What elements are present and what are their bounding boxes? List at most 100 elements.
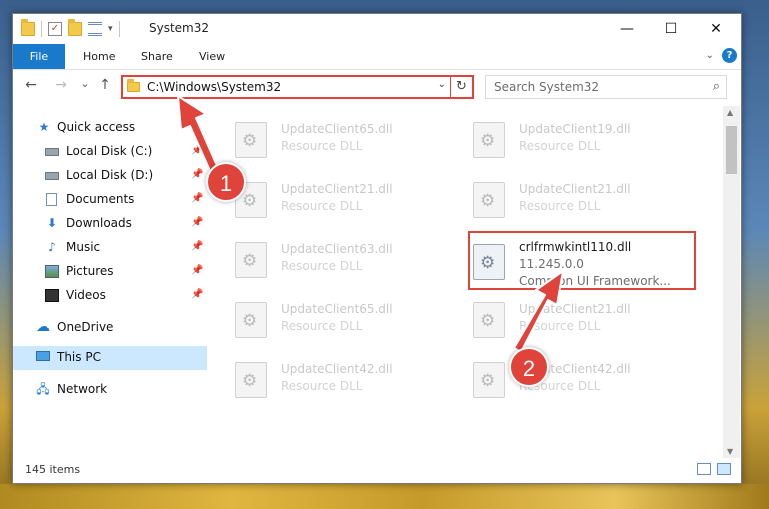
- sidebar-item-documents[interactable]: Documents 📌: [13, 188, 207, 212]
- file-type: Resource DLL: [281, 199, 363, 213]
- recent-locations-button[interactable]: ⌄: [75, 77, 95, 90]
- sidebar-item-quick-access[interactable]: ★ Quick access: [13, 116, 207, 140]
- file-name: UpdateClient42.dll: [281, 362, 393, 376]
- help-icon[interactable]: ?: [722, 48, 737, 63]
- file-type: Resource DLL: [281, 139, 363, 153]
- music-icon: ♪: [48, 240, 56, 254]
- file-name: UpdateClient21.dll: [519, 182, 631, 196]
- tab-home[interactable]: Home: [71, 44, 127, 69]
- toolbar-divider: [41, 21, 42, 37]
- network-icon: 🖧: [36, 382, 50, 396]
- title-bar: ✓ ▾ System32 — ☐ ✕: [13, 14, 741, 44]
- navigation-pane: ★ Quick access Local Disk (C:) 📌 Local D…: [13, 110, 207, 450]
- dll-file-icon: [473, 362, 505, 398]
- desktop-background: [0, 484, 769, 509]
- vertical-scrollbar[interactable]: ▲ ▼: [723, 106, 740, 458]
- dll-file-icon: [235, 242, 267, 278]
- chevron-down-icon[interactable]: ⌄: [438, 79, 446, 90]
- sidebar-item-label: Music: [66, 240, 101, 254]
- star-icon: ★: [38, 120, 50, 134]
- pictures-icon: [45, 265, 59, 278]
- sidebar-item-downloads[interactable]: ⬇ Downloads 📌: [13, 212, 207, 236]
- properties-icon[interactable]: [88, 22, 102, 36]
- pin-icon[interactable]: 📌: [191, 169, 203, 180]
- view-toggle: [697, 463, 731, 475]
- sidebar-item-label: Videos: [66, 288, 106, 302]
- sidebar-item-label: OneDrive: [57, 320, 114, 334]
- navigation-bar: ← → ⌄ ↑ C:\Windows\System32 ⌄ ↻ Search S…: [13, 71, 741, 103]
- pin-icon[interactable]: 📌: [191, 241, 203, 252]
- scroll-up-icon[interactable]: ▲: [727, 108, 733, 117]
- file-item[interactable]: UpdateClient65.dll Resource DLL: [213, 114, 433, 164]
- sidebar-item-label: Documents: [66, 192, 135, 206]
- dll-file-icon: [473, 182, 505, 218]
- file-item[interactable]: UpdateClient63.dll Resource DLL: [213, 234, 433, 284]
- search-box[interactable]: Search System32 ⌕: [485, 75, 727, 99]
- minimize-button[interactable]: —: [604, 14, 650, 44]
- toolbar-divider: [118, 21, 120, 37]
- scroll-thumb[interactable]: [726, 126, 737, 174]
- file-item[interactable]: UpdateClient65.dll Resource DLL: [213, 294, 433, 344]
- file-item[interactable]: UpdateClient21.dll Resource DLL: [451, 294, 671, 344]
- file-type: Resource DLL: [281, 379, 363, 393]
- back-button[interactable]: ←: [21, 77, 41, 93]
- file-type: Resource DLL: [281, 319, 363, 333]
- file-item[interactable]: UpdateClient42.dll Resource DLL: [451, 354, 671, 404]
- address-bar[interactable]: C:\Windows\System32 ⌄ ↻: [121, 75, 474, 99]
- file-item[interactable]: UpdateClient42.dll Resource DLL: [213, 354, 433, 404]
- close-button[interactable]: ✕: [693, 14, 739, 44]
- document-icon: [46, 193, 57, 206]
- pin-icon[interactable]: 📌: [191, 217, 203, 228]
- computer-icon: [36, 351, 50, 361]
- sidebar-item-this-pc[interactable]: This PC: [13, 346, 207, 370]
- address-path[interactable]: C:\Windows\System32: [147, 80, 281, 94]
- sidebar-item-label: Local Disk (D:): [66, 168, 154, 182]
- refresh-button[interactable]: ↻: [450, 77, 472, 97]
- up-button[interactable]: ↑: [95, 77, 115, 93]
- file-item[interactable]: UpdateClient19.dll Resource DLL: [451, 114, 671, 164]
- search-icon[interactable]: ⌕: [713, 79, 720, 94]
- search-input[interactable]: Search System32: [494, 80, 599, 94]
- cloud-icon: ☁: [36, 319, 50, 335]
- pin-icon[interactable]: 📌: [191, 289, 203, 300]
- sidebar-item-local-disk-c[interactable]: Local Disk (C:) 📌: [13, 140, 207, 164]
- sidebar-item-music[interactable]: ♪ Music 📌: [13, 236, 207, 260]
- sidebar-item-network[interactable]: 🖧 Network: [13, 378, 207, 402]
- properties-check-icon[interactable]: ✓: [48, 22, 62, 36]
- pin-icon[interactable]: 📌: [191, 145, 203, 156]
- tab-share[interactable]: Share: [129, 44, 185, 69]
- new-folder-icon[interactable]: [68, 19, 82, 36]
- dll-file-icon: [473, 302, 505, 338]
- file-item[interactable]: UpdateClient21.dll Resource DLL: [451, 174, 671, 224]
- tab-file[interactable]: File: [13, 44, 65, 69]
- sidebar-item-onedrive[interactable]: ☁ OneDrive: [13, 316, 207, 340]
- file-name: UpdateClient63.dll: [281, 242, 393, 256]
- maximize-button[interactable]: ☐: [648, 14, 694, 44]
- pin-icon[interactable]: 📌: [191, 265, 203, 276]
- dll-file-icon: [235, 122, 267, 158]
- window-title: System32: [149, 21, 210, 35]
- details-view-icon[interactable]: [697, 463, 711, 475]
- item-count: 145 items: [25, 463, 81, 476]
- file-item[interactable]: UpdateClient21.dll Resource DLL: [213, 174, 433, 224]
- step-badge-1: 1: [206, 162, 246, 202]
- file-type: Resource DLL: [519, 199, 601, 213]
- customize-toolbar-icon[interactable]: ▾: [108, 24, 113, 34]
- large-icons-view-icon[interactable]: [717, 463, 731, 475]
- expand-ribbon-icon[interactable]: ⌄: [706, 50, 714, 61]
- forward-button[interactable]: →: [51, 77, 71, 93]
- sidebar-item-pictures[interactable]: Pictures 📌: [13, 260, 207, 284]
- videos-icon: [45, 289, 59, 302]
- pin-icon[interactable]: 📌: [191, 193, 203, 204]
- ribbon-tabs: File Home Share View ⌄ ?: [13, 44, 741, 70]
- quick-access-toolbar: ✓ ▾: [21, 19, 120, 37]
- sidebar-item-local-disk-d[interactable]: Local Disk (D:) 📌: [13, 164, 207, 188]
- scroll-down-icon[interactable]: ▼: [727, 447, 733, 456]
- file-name: UpdateClient65.dll: [281, 122, 393, 136]
- file-name: UpdateClient21.dll: [281, 182, 393, 196]
- address-folder-icon: [127, 79, 140, 92]
- download-icon: ⬇: [46, 216, 58, 230]
- tab-view[interactable]: View: [187, 44, 237, 69]
- sidebar-item-videos[interactable]: Videos 📌: [13, 284, 207, 308]
- status-bar: 145 items: [13, 458, 741, 484]
